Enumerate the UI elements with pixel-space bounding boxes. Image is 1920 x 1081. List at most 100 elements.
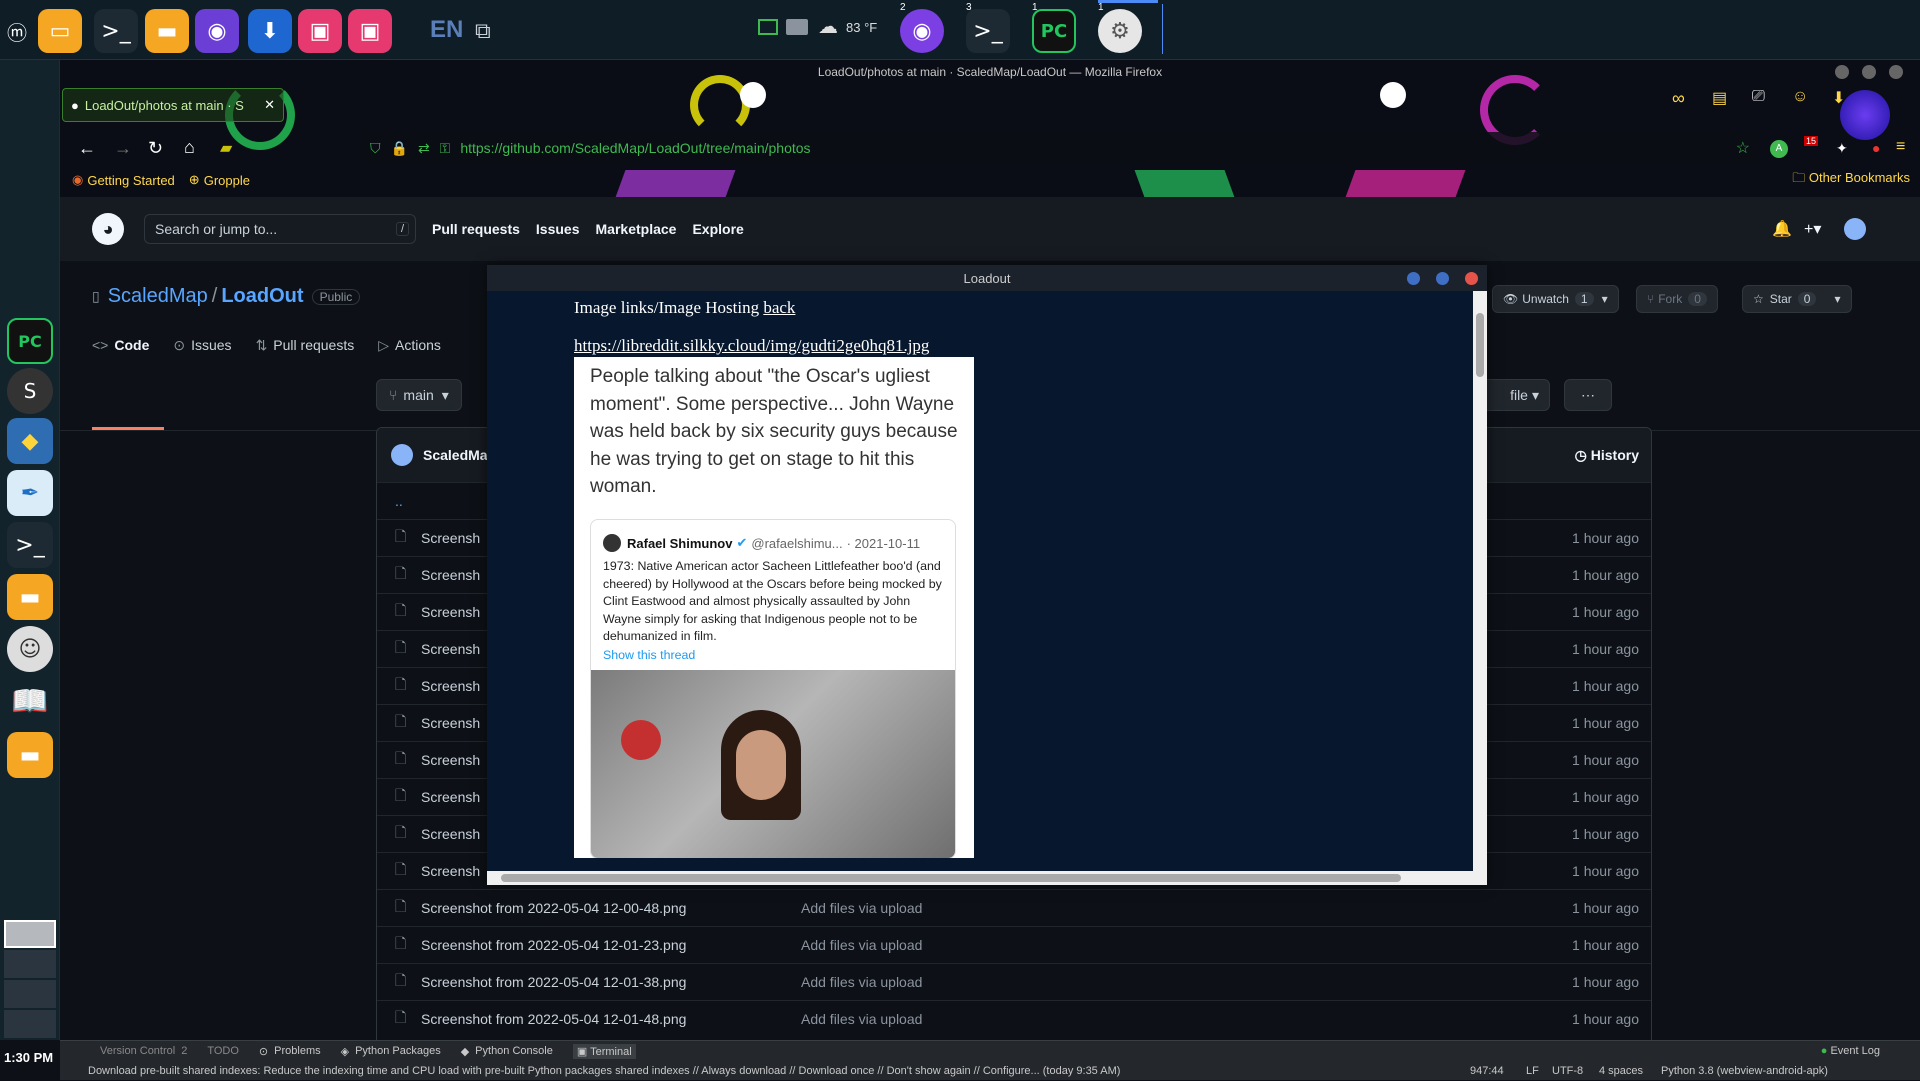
extension-icon[interactable]: ▰ [220,138,232,158]
star-button[interactable]: ☆ Star 0 ▾ [1742,285,1852,313]
caret-position[interactable]: 947:44 [1470,1065,1504,1077]
more-options-button[interactable]: ⋯ [1564,379,1612,411]
nav-marketplace[interactable]: Marketplace [596,221,677,237]
file-encoding[interactable]: UTF-8 [1552,1065,1583,1077]
extension-icon[interactable]: ✦ [1836,140,1848,157]
status-message[interactable]: Download pre-built shared indexes: Reduc… [88,1065,1428,1077]
book-icon[interactable]: 📖 [7,678,53,724]
key-icon[interactable]: ⚿ [440,140,451,157]
tool-tab-python-packages[interactable]: Python Packages [355,1045,441,1057]
notifications-bell-icon[interactable]: 🔔 [1772,219,1792,239]
indent-setting[interactable]: 4 spaces [1599,1065,1643,1077]
folder-icon[interactable]: ▬ [7,574,53,620]
back-link[interactable]: back [763,298,795,317]
tab-issues[interactable]: Issues [191,337,231,353]
tool-tab-problems[interactable]: Problems [274,1045,320,1057]
workspace-switcher-icon[interactable]: ⧉ [475,18,491,44]
account-avatar[interactable] [1840,90,1890,140]
terminal-icon[interactable]: >_ [94,9,138,53]
branch-select[interactable]: ⑂ main ▾ [376,379,462,411]
table-row[interactable]: 🗋 Screenshot from 2022-05-04 12-00-48.png… [377,889,1651,926]
tool-tab-python-console[interactable]: Python Console [475,1045,553,1057]
linux-mint-menu-icon[interactable]: ⓜ [2,9,32,53]
tool-tab-terminal[interactable]: ▣ Terminal [572,1043,636,1059]
sidebar-icon[interactable]: ▤ [1712,88,1727,108]
firefox-icon[interactable]: ◉ [195,9,239,53]
lock-icon[interactable]: 🔒 [391,140,408,157]
window-maximize-button[interactable] [1862,65,1876,79]
repo-name-link[interactable]: LoadOut [221,285,303,308]
file-name-link[interactable]: Screenshot from 2022-05-04 12-01-23.png [421,937,801,953]
menu-icon[interactable]: ≡ [1896,138,1905,156]
s-app-icon[interactable]: S [7,368,53,414]
other-bookmarks[interactable]: 🗀 Other Bookmarks [1792,169,1910,191]
tab-code[interactable]: Code [114,337,149,353]
terminal-window-icon[interactable]: >_ [966,9,1010,53]
horizontal-scroll-thumb[interactable] [501,874,1401,882]
image-link[interactable]: https://libreddit.silkky.cloud/img/gudti… [574,336,929,356]
keyboard-layout-indicator[interactable]: EN [430,16,463,44]
line-separator[interactable]: LF [1526,1065,1539,1077]
file-name-link[interactable]: Screenshot from 2022-05-04 12-01-38.png [421,974,801,990]
nav-issues[interactable]: Issues [536,221,580,237]
download-icon[interactable]: ⬇ [1832,88,1845,108]
vertical-scrollbar[interactable] [1473,291,1487,885]
tool-tab-todo[interactable]: TODO [207,1045,239,1057]
commit-author[interactable]: ScaledMa [423,447,488,463]
commit-message-link[interactable]: Add files via upload [801,974,922,990]
table-row[interactable]: 🗋 Screenshot from 2022-05-04 12-01-48.png… [377,1000,1651,1037]
tool-tab-version-control[interactable]: Version Control [100,1045,175,1057]
file-name-link[interactable]: Screenshot from 2022-05-04 12-00-48.png [421,900,801,916]
commit-message-link[interactable]: Add files via upload [801,900,922,916]
bookmark-gropple[interactable]: Gropple [204,173,250,188]
files-icon[interactable]: ▭ [38,9,82,53]
commit-message-link[interactable]: Add files via upload [801,1011,922,1027]
python-interpreter[interactable]: Python 3.8 (webview-android-apk) [1661,1065,1828,1077]
shield-icon[interactable]: ⛉ [370,140,381,157]
account-icon[interactable]: ☺ [1792,88,1808,106]
bookmark-getting-started[interactable]: Getting Started [87,173,174,188]
nav-explore[interactable]: Explore [692,221,743,237]
table-row[interactable]: 🗋 Screenshot from 2022-05-04 12-01-23.png… [377,926,1651,963]
settings-window-icon[interactable]: ⚙ [1098,9,1142,53]
add-file-button[interactable]: file ▾ [1482,379,1550,411]
repo-owner-link[interactable]: ScaledMap [108,285,208,308]
github-logo-icon[interactable]: ◕ [92,213,124,245]
forward-icon[interactable]: → [114,138,132,159]
store-icon[interactable]: ▣ [298,9,342,53]
back-icon[interactable]: ← [78,138,96,159]
unwatch-button[interactable]: 👁 Unwatch 1 ▾ [1492,285,1619,313]
url-text[interactable]: https://github.com/ScaledMap/LoadOut/tre… [460,140,810,156]
folder-icon[interactable]: ▬ [145,9,189,53]
search-input[interactable]: Search or jump to... / [144,214,416,244]
extension-icon[interactable]: ● [1872,140,1880,156]
table-row[interactable]: 🗋 Screenshot from 2022-05-04 12-01-38.png… [377,963,1651,1000]
popup-maximize-button[interactable] [1436,272,1449,285]
commit-message-link[interactable]: Add files via upload [801,937,922,953]
terminal-icon[interactable]: >_ [7,522,53,568]
nav-pull-requests[interactable]: Pull requests [432,221,520,237]
pycharm-window-icon[interactable]: PC [1032,9,1076,53]
url-bar[interactable]: ⛉ 🔒 ⇄ ⚿ https://github.com/ScaledMap/Loa… [360,132,1760,164]
popup-close-button[interactable] [1465,272,1478,285]
firefox-window-icon[interactable]: ◉ [900,9,944,53]
horizontal-scrollbar[interactable] [487,871,1473,885]
create-new-icon[interactable]: +▾ [1804,219,1821,239]
workspace-4[interactable] [4,1010,56,1038]
reload-icon[interactable]: ↻ [148,138,163,159]
event-log[interactable]: ● Event Log [1821,1045,1880,1057]
vertical-scroll-thumb[interactable] [1476,313,1484,377]
extension-icon[interactable]: ∞ [1672,88,1685,109]
clock[interactable]: 1:30 PM [4,1050,53,1065]
tab-actions[interactable]: Actions [395,337,441,353]
close-tab-icon[interactable]: ✕ [264,97,275,113]
python-icon[interactable]: ◆ [7,418,53,464]
window-minimize-button[interactable] [1835,65,1849,79]
workspace-1[interactable] [4,920,56,948]
file-name-link[interactable]: Screenshot from 2022-05-04 12-01-48.png [421,1011,801,1027]
history-link[interactable]: ◷ History [1575,447,1639,464]
feather-icon[interactable]: ✒ [7,470,53,516]
popup-minimize-button[interactable] [1407,272,1420,285]
cast-icon[interactable]: ⎚ [1752,88,1765,106]
smiley-icon[interactable]: ☺ [7,626,53,672]
